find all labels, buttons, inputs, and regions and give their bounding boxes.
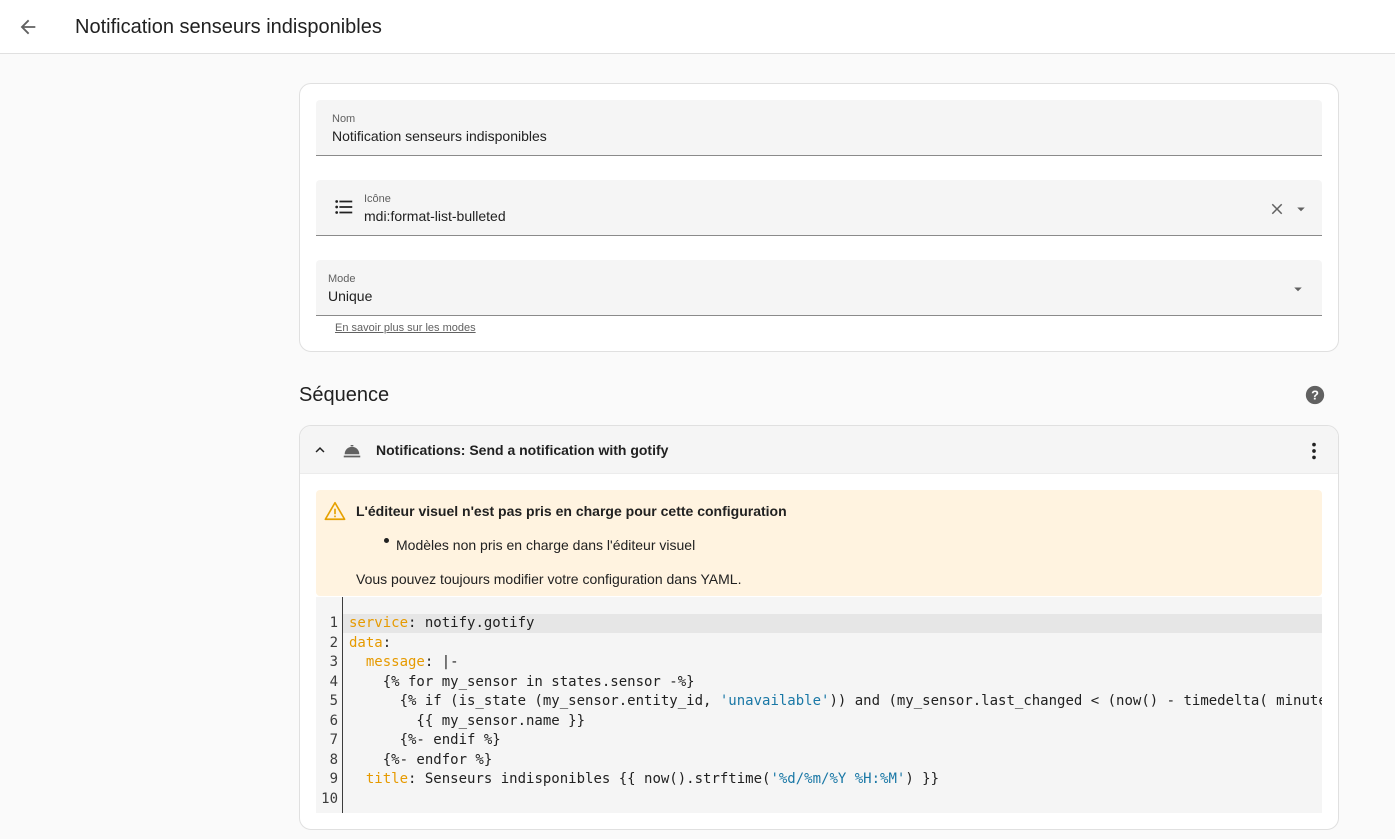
yaml-code-editor[interactable]: 1 service: notify.gotify 2 data: 3 message: … — [316, 597, 1322, 813]
icon-field-value[interactable]: mdi:format-list-bulleted — [364, 207, 506, 225]
svg-text:?: ? — [1311, 388, 1319, 403]
bell-ring-icon — [343, 445, 361, 458]
format-list-bulleted-icon — [335, 200, 353, 214]
code-line: {%- endfor %} — [349, 751, 493, 768]
top-bar: Notification senseurs indisponibles — [0, 0, 1395, 54]
code-line: {%- endif %} — [349, 732, 501, 748]
help-circle-icon[interactable]: ? — [1304, 384, 1326, 406]
warning-text: Vous pouvez toujours modifier votre conf… — [356, 571, 742, 587]
code-line: message: |- — [365, 654, 459, 670]
arrow-left-icon — [20, 19, 36, 35]
chevron-up-icon[interactable] — [311, 441, 329, 459]
modes-help-link[interactable]: En savoir plus sur les modes — [335, 322, 476, 334]
code-line: {% if (is_state (my_sensor.entity_id, 'u… — [349, 693, 1322, 709]
page-title: Notification senseurs indisponibles — [75, 16, 382, 38]
code-line: {% for my_sensor in states.sensor -%} — [349, 673, 695, 690]
visual-editor-warning: L'éditeur visuel n'est pas pris en charg… — [316, 490, 1322, 596]
icon-field[interactable]: Icône mdi:format-list-bulleted — [316, 180, 1322, 236]
line-number: 2 — [329, 634, 338, 651]
line-number: 7 — [329, 732, 338, 748]
name-field[interactable]: Nom Notification senseurs indisponibles — [316, 100, 1322, 156]
dropdown-arrow-icon[interactable] — [1292, 200, 1310, 218]
sequence-title: Séquence — [299, 384, 390, 406]
mode-select-label: Mode — [328, 273, 356, 285]
code-line: title: Senseurs indisponibles {{ now().s… — [365, 771, 940, 787]
name-field-label: Nom — [332, 113, 356, 125]
warning-bullet: Modèles non pris en charge dans l'éditeu… — [396, 537, 696, 553]
line-number: 4 — [329, 673, 338, 690]
line-number: 6 — [329, 712, 338, 729]
bullet-dot — [384, 538, 389, 543]
mode-select-value[interactable]: Unique — [328, 287, 372, 305]
action-card: Notifications: Send a notification with … — [299, 425, 1339, 830]
more-vertical-icon[interactable] — [1303, 440, 1325, 462]
code-line: {{ my_sensor.name }} — [349, 712, 586, 729]
line-number: 3 — [329, 654, 338, 670]
code-line: service: notify.gotify — [349, 615, 535, 631]
name-field-value[interactable]: Notification senseurs indisponibles — [332, 127, 547, 145]
line-number: 8 — [329, 751, 338, 768]
icon-field-label: Icône — [364, 193, 391, 205]
alert-icon — [324, 501, 346, 521]
line-number: 9 — [329, 771, 338, 787]
clear-icon[interactable] — [1268, 200, 1286, 218]
action-header[interactable]: Notifications: Send a notification with … — [300, 426, 1338, 474]
mode-select[interactable]: Mode Unique — [316, 260, 1322, 316]
warning-title: L'éditeur visuel n'est pas pris en charg… — [356, 503, 787, 519]
line-number: 5 — [329, 693, 338, 709]
back-button[interactable] — [12, 11, 44, 43]
line-number: 10 — [321, 790, 338, 807]
action-title: Notifications: Send a notification with … — [376, 442, 669, 458]
code-line: data: — [349, 634, 392, 651]
dropdown-arrow-icon[interactable] — [1289, 280, 1307, 298]
script-settings-card: Nom Notification senseurs indisponibles … — [299, 83, 1339, 352]
line-number: 1 — [329, 615, 338, 631]
